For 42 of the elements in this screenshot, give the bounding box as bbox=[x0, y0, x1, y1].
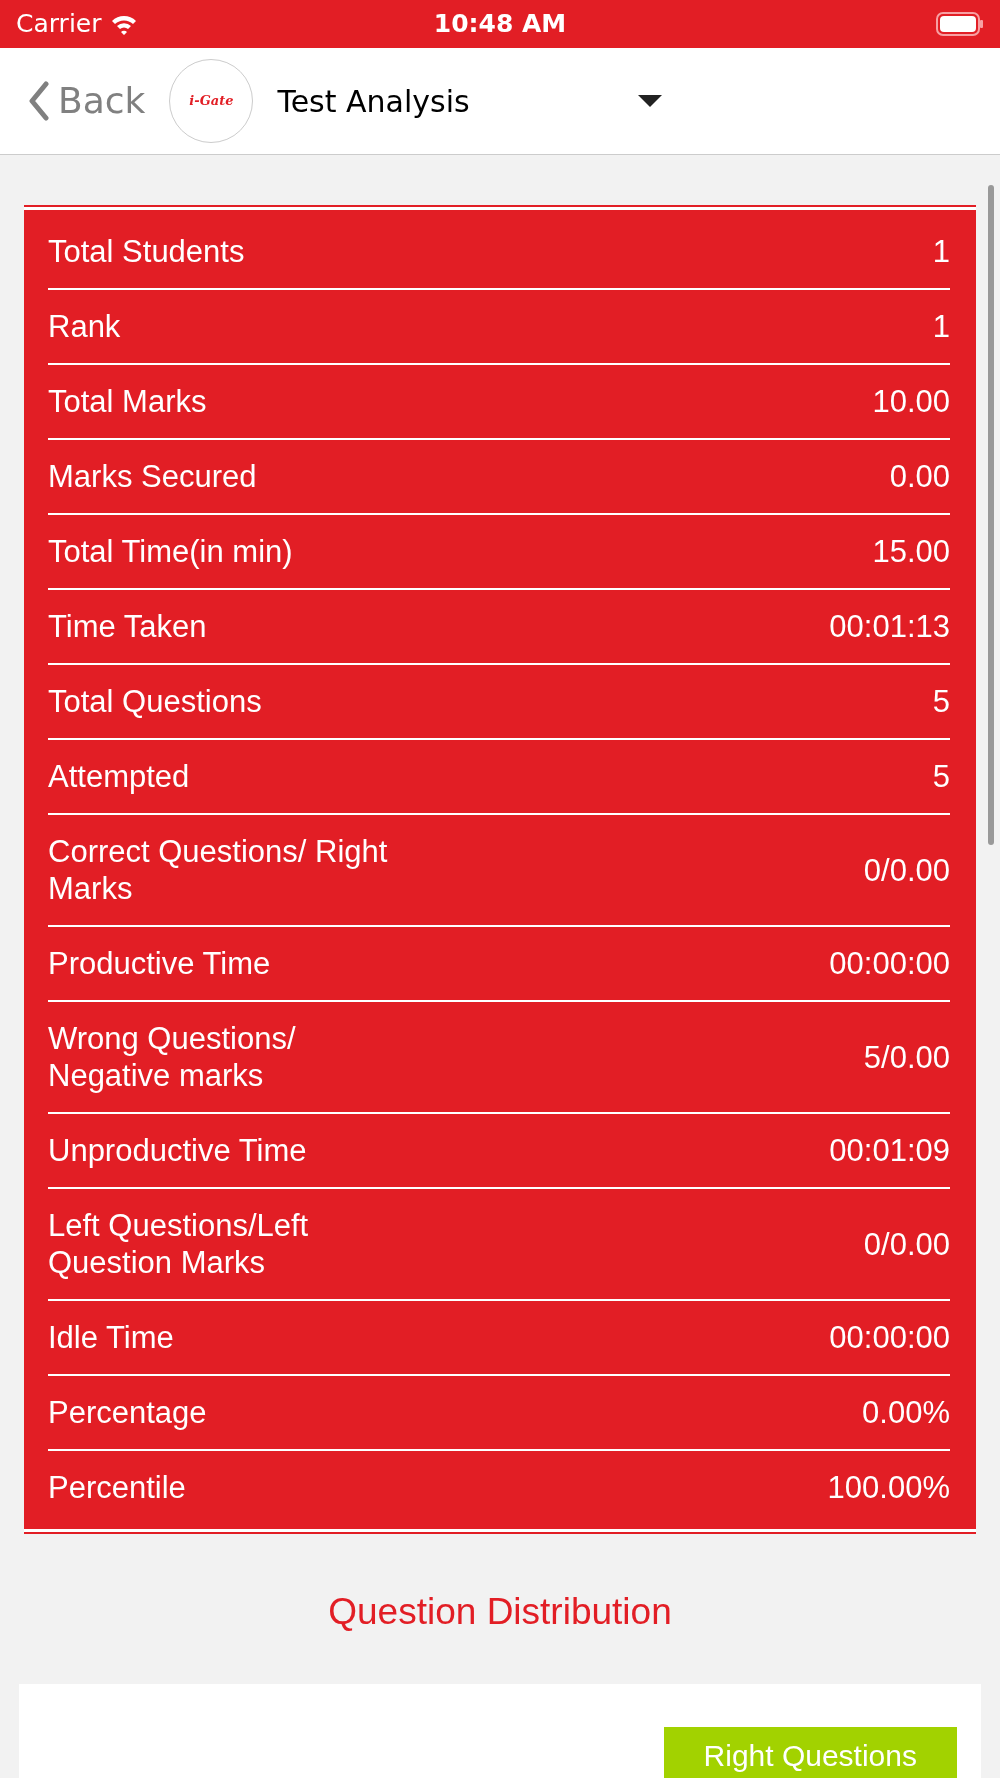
stat-label: Marks Secured bbox=[48, 458, 257, 495]
stat-label: Percentile bbox=[48, 1469, 186, 1506]
stat-value: 5 bbox=[932, 683, 950, 720]
stat-value: 0.00 bbox=[889, 458, 950, 495]
stat-label: Productive Time bbox=[48, 945, 271, 982]
stat-label: Idle Time bbox=[48, 1319, 174, 1356]
clock-time: 10:48 AM bbox=[433, 8, 567, 41]
stat-value: 0/0.00 bbox=[863, 1225, 950, 1263]
stat-value: 1 bbox=[932, 233, 950, 270]
back-button[interactable]: Back bbox=[28, 74, 146, 128]
stat-value: 00:01:09 bbox=[829, 1132, 950, 1169]
stat-label: Total Marks bbox=[48, 383, 207, 420]
carrier-label: Carrier bbox=[16, 8, 102, 41]
scrollbar[interactable] bbox=[988, 185, 994, 845]
stat-value: 15.00 bbox=[872, 533, 950, 570]
stat-value: 00:00:00 bbox=[829, 1319, 950, 1356]
stat-label: Total Questions bbox=[48, 683, 262, 720]
stat-value: 0/0.00 bbox=[863, 851, 950, 889]
stat-label: Correct Questions/ Right Marks bbox=[48, 833, 388, 907]
stat-value: 0.00% bbox=[862, 1394, 950, 1431]
stat-label: Wrong Questions/ Negative marks bbox=[48, 1020, 297, 1094]
chevron-left-icon bbox=[28, 81, 50, 121]
stat-value: 5/0.00 bbox=[863, 1038, 950, 1076]
stat-value: 00:01:13 bbox=[829, 608, 950, 645]
battery-icon bbox=[936, 12, 984, 36]
logo: i-Gate bbox=[169, 59, 254, 143]
section-title: Question Distribution bbox=[327, 1590, 673, 1634]
stat-value: 00:00:00 bbox=[829, 945, 950, 982]
stat-label: Total Time(in min) bbox=[48, 533, 293, 570]
stat-label: Unproductive Time bbox=[48, 1132, 307, 1169]
dropdown-caret-icon[interactable] bbox=[638, 95, 662, 107]
stat-value: 5 bbox=[932, 758, 950, 795]
page-title: Test Analysis bbox=[277, 82, 470, 121]
stat-label: Percentage bbox=[48, 1394, 207, 1431]
stat-value: 10.00 bbox=[872, 383, 950, 420]
stat-label: Time Taken bbox=[48, 608, 207, 645]
stat-value: 1 bbox=[932, 308, 950, 345]
stat-label: Attempted bbox=[48, 758, 190, 795]
stat-value: 100.00% bbox=[827, 1469, 950, 1506]
stat-label: Rank bbox=[48, 308, 121, 345]
stat-label: Left Questions/Left Question Marks bbox=[48, 1207, 310, 1281]
stat-label: Total Students bbox=[48, 233, 245, 270]
